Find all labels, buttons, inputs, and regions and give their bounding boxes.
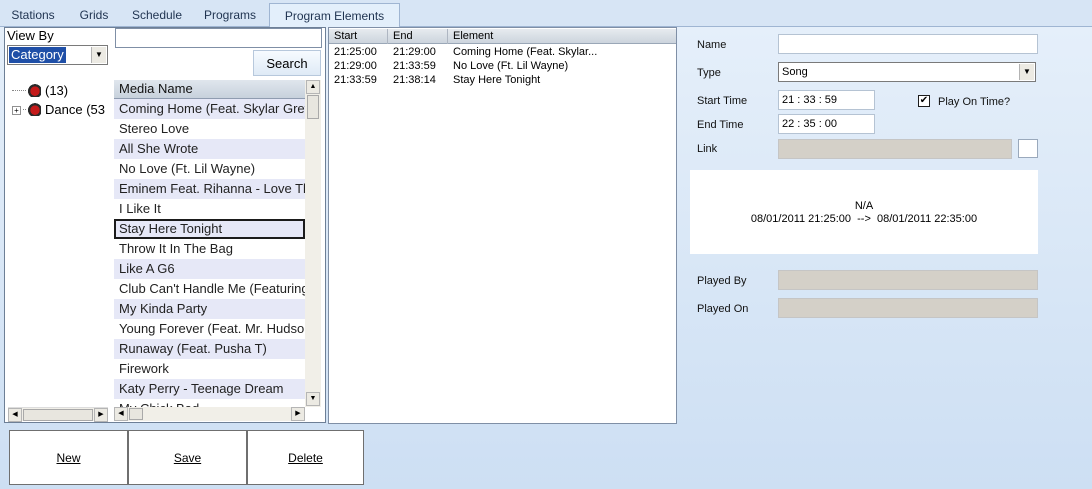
list-item[interactable]: Runaway (Feat. Pusha T) (114, 339, 305, 359)
view-by-selected-value: Category (9, 47, 66, 63)
media-list[interactable]: Coming Home (Feat. Skylar Grey) Stereo L… (114, 99, 305, 407)
plus-box-icon[interactable]: + (12, 106, 21, 115)
cell-element: Coming Home (Feat. Skylar... (453, 46, 598, 58)
tab-program-elements[interactable]: Program Elements (269, 3, 400, 28)
cell-element: Stay Here Tonight (453, 74, 541, 86)
play-on-time-label: Play On Time? (938, 96, 1011, 108)
link-picker-button[interactable] (1018, 139, 1038, 158)
list-item[interactable]: Coming Home (Feat. Skylar Grey) (114, 99, 305, 119)
end-time-field[interactable]: 22 : 35 : 00 (778, 114, 875, 134)
scroll-left-icon[interactable]: ◀ (8, 408, 22, 422)
scroll-thumb[interactable] (23, 409, 93, 421)
scroll-right-icon[interactable]: ▶ (291, 407, 305, 421)
media-horizontal-scrollbar[interactable]: ◀ ▶ (114, 407, 305, 421)
start-time-label: Start Time (697, 95, 748, 107)
new-button[interactable]: New (9, 430, 128, 485)
type-select[interactable]: Song ▼ (778, 62, 1036, 82)
table-row[interactable]: 21:29:00 21:33:59 No Love (Ft. Lil Wayne… (329, 59, 676, 73)
media-vertical-scrollbar[interactable]: ▲ ▼ (305, 80, 321, 407)
list-item[interactable]: Eminem Feat. Rihanna - Love The Way You … (114, 179, 305, 199)
list-item[interactable]: Stereo Love (114, 119, 305, 139)
delete-button[interactable]: Delete (247, 430, 364, 485)
save-button[interactable]: Save (128, 430, 247, 485)
scroll-up-icon[interactable]: ▲ (306, 80, 320, 94)
list-item[interactable]: My Chick Bad (114, 399, 305, 407)
cell-element: No Love (Ft. Lil Wayne) (453, 60, 569, 72)
list-item-selected[interactable]: Stay Here Tonight (114, 219, 305, 239)
cell-start: 21:25:00 (334, 46, 377, 58)
chevron-down-icon[interactable]: ▼ (1019, 64, 1034, 80)
search-input[interactable] (115, 28, 322, 48)
name-label: Name (697, 39, 727, 51)
tab-programs[interactable]: Programs (200, 5, 260, 25)
cell-end: 21:29:00 (393, 46, 436, 58)
list-item[interactable]: Katy Perry - Teenage Dream (114, 379, 305, 399)
played-on-label: Played On (697, 303, 749, 315)
column-header-end[interactable]: End (388, 29, 448, 44)
scroll-thumb[interactable] (307, 95, 319, 119)
tree-node[interactable]: + Dance (53 (12, 100, 105, 119)
tab-grids[interactable]: Grids (74, 5, 114, 25)
scroll-thumb[interactable] (129, 408, 143, 420)
scroll-right-icon[interactable]: ▶ (94, 408, 108, 422)
record-disc-icon (26, 103, 41, 116)
tab-schedule[interactable]: Schedule (128, 5, 186, 25)
info-line-2: 08/01/2011 21:25:00 --> 08/01/2011 22:35… (750, 213, 978, 225)
played-by-label: Played By (697, 275, 747, 287)
start-time-field[interactable]: 21 : 33 : 59 (778, 90, 875, 110)
tree-node[interactable]: (13) (12, 81, 68, 100)
cell-start: 21:29:00 (334, 60, 377, 72)
search-button[interactable]: Search (253, 50, 321, 76)
end-time-label: End Time (697, 119, 744, 131)
list-item[interactable]: Firework (114, 359, 305, 379)
list-item[interactable]: My Kinda Party (114, 299, 305, 319)
grid-header: Start End Element (329, 29, 676, 44)
list-item[interactable]: Club Can't Handle Me (Featuring David Gu… (114, 279, 305, 299)
table-row[interactable]: 21:33:59 21:38:14 Stay Here Tonight (329, 73, 676, 87)
element-info-box: N/A 08/01/2011 21:25:00 --> 08/01/2011 2… (690, 170, 1038, 254)
list-item[interactable]: No Love (Ft. Lil Wayne) (114, 159, 305, 179)
media-name-column-header[interactable]: Media Name (114, 80, 305, 99)
cell-start: 21:33:59 (334, 74, 377, 86)
cell-end: 21:33:59 (393, 60, 436, 72)
type-selected-value: Song (782, 66, 808, 78)
tree-node-label: (13) (45, 83, 69, 98)
played-by-field (778, 270, 1038, 290)
column-header-start[interactable]: Start (329, 29, 388, 44)
table-row[interactable]: 21:25:00 21:29:00 Coming Home (Feat. Sky… (329, 45, 676, 59)
column-header-element[interactable]: Element (448, 29, 676, 44)
name-field[interactable] (778, 34, 1038, 54)
tab-bar: Stations Grids Schedule Programs Program… (0, 0, 1092, 28)
scroll-down-icon[interactable]: ▼ (306, 392, 320, 406)
view-by-label: View By (7, 28, 54, 43)
chevron-down-icon[interactable]: ▼ (91, 47, 106, 63)
category-tree[interactable]: (13) + Dance (53 (8, 79, 112, 407)
tab-stations[interactable]: Stations (8, 5, 58, 25)
link-label: Link (697, 143, 718, 155)
cell-end: 21:38:14 (393, 74, 436, 86)
list-item[interactable]: Like A G6 (114, 259, 305, 279)
view-by-select[interactable]: Category ▼ (7, 45, 108, 65)
tree-horizontal-scrollbar[interactable]: ◀ ▶ (8, 407, 108, 422)
list-item[interactable]: Young Forever (Feat. Mr. Hudson) (114, 319, 305, 339)
info-line-1: N/A (854, 200, 874, 212)
type-label: Type (697, 67, 721, 79)
list-item[interactable]: I Like It (114, 199, 305, 219)
play-on-time-checkbox[interactable]: ✔ (918, 95, 930, 107)
program-elements-grid[interactable]: Start End Element 21:25:00 21:29:00 Comi… (328, 27, 677, 424)
record-disc-icon (26, 84, 41, 97)
list-item[interactable]: Throw It In The Bag (114, 239, 305, 259)
played-on-field (778, 298, 1038, 318)
list-item[interactable]: All She Wrote (114, 139, 305, 159)
link-field (778, 139, 1012, 159)
tree-node-label: Dance (53 (45, 102, 105, 117)
scroll-left-icon[interactable]: ◀ (114, 407, 128, 421)
